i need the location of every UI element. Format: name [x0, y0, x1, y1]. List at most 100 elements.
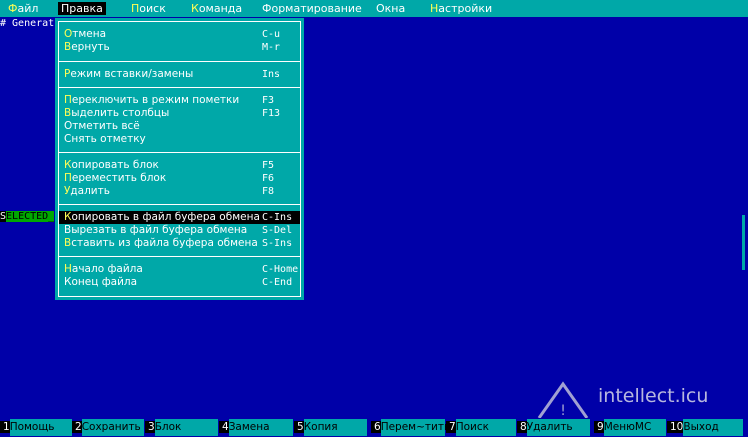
menu-item-label: Отмена [64, 28, 107, 40]
fkey-search[interactable]: 7Поиск [446, 419, 516, 436]
editor-first-line: # Generat [0, 18, 55, 29]
menu-format[interactable]: Форматирование [262, 2, 362, 15]
fkey-label: Удалить [526, 419, 590, 436]
menu-item-label: Удалить [64, 185, 110, 197]
menu-item-label: Переместить блок [64, 172, 167, 184]
menu-item-label: Вырезать в файл буфера обмена [64, 224, 248, 236]
menu-item-file-start[interactable]: Начало файла C-Home [59, 263, 300, 276]
menu-item-copy-block[interactable]: Копировать блок F5 [59, 159, 300, 172]
menu-windows-label: Окна [376, 2, 406, 15]
menu-item-label: Вставить из файла буфера обмена [64, 237, 258, 249]
menu-item-shortcut: F6 [262, 173, 275, 184]
fkey-block[interactable]: 3Блок [145, 419, 218, 436]
menu-item-insert-mode[interactable]: Режим вставки/замены Ins [59, 68, 300, 81]
menu-item-label: Переключить в режим пометки [64, 94, 240, 106]
fkey-label: Копия [303, 419, 367, 436]
editor-selected-text: ELECTED_ [6, 211, 55, 222]
fkey-number: 5 [294, 421, 304, 433]
menu-item-label: Отметить всё [64, 120, 140, 132]
fkey-number: 4 [219, 421, 229, 433]
menu-file-label: айл [17, 2, 39, 15]
menu-item-undo[interactable]: Отмена C-u [59, 28, 300, 41]
fkey-save[interactable]: 2Сохранить [72, 419, 144, 436]
menu-item-shortcut: C-Ins [262, 212, 293, 223]
menu-item-copy-to-clipboard[interactable]: Копировать в файл буфера обмена C-Ins [59, 211, 300, 224]
menu-separator [58, 152, 301, 153]
fkey-move[interactable]: 6Перем~тить [371, 419, 450, 436]
fkey-label: Выход [683, 419, 744, 436]
menu-item-shortcut: C-Home [262, 264, 299, 275]
menu-command-label: оманда [198, 2, 243, 15]
menu-file[interactable]: Файл [8, 2, 38, 15]
function-key-bar: 1Помощь 2Сохранить 3Блок 4Замена 5Копия … [0, 418, 748, 437]
fkey-number: 7 [446, 421, 456, 433]
menu-item-paste-from-clipboard[interactable]: Вставить из файла буфера обмена S-Ins [59, 237, 300, 250]
scrollbar[interactable] [742, 215, 745, 270]
menu-item-shortcut: S-Del [262, 225, 293, 236]
menu-separator [58, 87, 301, 88]
fkey-number: 6 [371, 421, 381, 433]
menu-separator [58, 256, 301, 257]
menu-item-shortcut: C-u [262, 29, 281, 40]
menu-item-shortcut: M-r [262, 42, 281, 53]
edit-dropdown-menu: Отмена C-u Вернуть M-r Режим вставки/замен… [55, 18, 304, 300]
menu-search[interactable]: Поиск [131, 2, 166, 15]
menu-item-delete[interactable]: Удалить F8 [59, 185, 300, 198]
menu-item-unmark[interactable]: Снять отметку [59, 133, 300, 146]
menu-item-label: Режим вставки/замены [64, 68, 194, 80]
menu-search-label: оиск [139, 2, 166, 15]
menu-item-label: Начало файла [64, 263, 143, 275]
svg-text:!: ! [560, 403, 566, 419]
fkey-number: 1 [0, 421, 10, 433]
fkey-help[interactable]: 1Помощь [0, 419, 72, 436]
menu-item-shortcut: S-Ins [262, 238, 293, 249]
menu-bar: Файл Правка Поиск Команда Форматирование… [0, 0, 748, 17]
menu-command-hotkey: К [191, 2, 199, 15]
menu-item-shortcut: C-End [262, 277, 293, 288]
menu-format-label: Форматирование [262, 2, 362, 15]
menu-item-label: Снять отметку [64, 133, 146, 145]
menu-command[interactable]: Команда [191, 2, 242, 15]
menu-windows[interactable]: Окна [376, 2, 405, 15]
menu-separator [58, 204, 301, 205]
fkey-label: Замена [228, 419, 293, 436]
menu-settings-label: астройки [438, 2, 493, 15]
fkey-number: 9 [594, 421, 604, 433]
fkey-menu[interactable]: 9МенюМС [594, 419, 666, 436]
fkey-label: Перем~тить [380, 419, 450, 436]
menu-item-label: Выделить столбцы [64, 107, 170, 119]
fkey-label: Поиск [455, 419, 516, 436]
menu-item-shortcut: F3 [262, 95, 275, 106]
menu-item-select-columns[interactable]: Выделить столбцы F13 [59, 107, 300, 120]
watermark-text: intellect.icu [598, 385, 709, 407]
menu-item-move-block[interactable]: Переместить блок F6 [59, 172, 300, 185]
editor-selected-fragment[interactable]: SELECTED_ [0, 211, 55, 223]
menu-item-shortcut: F5 [262, 160, 275, 171]
fkey-copy[interactable]: 5Копия [294, 419, 367, 436]
fkey-number: 8 [517, 421, 527, 433]
menu-settings[interactable]: Настройки [430, 2, 492, 15]
menu-item-label: Вернуть [64, 41, 110, 53]
menu-item-shortcut: F13 [262, 108, 281, 119]
fkey-label: МенюМС [603, 419, 666, 436]
menu-item-mark-mode[interactable]: Переключить в режим пометки F3 [59, 94, 300, 107]
menu-item-label: Конец файла [64, 276, 138, 288]
fkey-number: 2 [72, 421, 82, 433]
menu-item-cut-to-clipboard[interactable]: Вырезать в файл буфера обмена S-Del [59, 224, 300, 237]
menu-item-redo[interactable]: Вернуть M-r [59, 41, 300, 54]
menu-item-label: Копировать блок [64, 159, 159, 171]
fkey-replace[interactable]: 4Замена [219, 419, 293, 436]
menu-item-label: Копировать в файл буфера обмена [64, 211, 260, 223]
fkey-number: 10 [667, 421, 684, 433]
menu-item-file-end[interactable]: Конец файла C-End [59, 276, 300, 289]
menu-separator [58, 61, 301, 62]
menu-item-shortcut: F8 [262, 186, 275, 197]
fkey-delete[interactable]: 8Удалить [517, 419, 590, 436]
menu-item-shortcut: Ins [262, 69, 281, 80]
fkey-exit[interactable]: 10Выход [667, 419, 744, 436]
fkey-number: 3 [145, 421, 155, 433]
menu-edit[interactable]: Правка [58, 2, 106, 15]
fkey-label: Помощь [9, 419, 72, 436]
menu-item-mark-all[interactable]: Отметить всё [59, 120, 300, 133]
fkey-label: Блок [154, 419, 218, 436]
